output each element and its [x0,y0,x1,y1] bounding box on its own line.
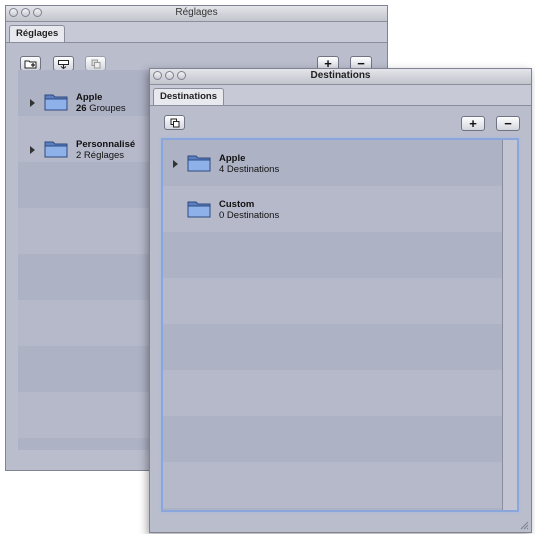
item-detail: 26 Groupes [76,103,126,114]
list-item-label: Personnalisé 2 Réglages [76,139,135,161]
item-detail: 4 Destinations [219,164,280,175]
duplicate-button[interactable] [85,56,106,71]
list-item-label: Apple 4 Destinations [219,153,279,175]
item-detail: 0 Destinations [219,210,280,221]
list-item-label: Apple 26 Groupes [76,92,126,114]
destinations-list[interactable]: Apple 4 Destinations Custom 0 Destinatio… [161,138,519,512]
item-name: Custom [219,199,255,210]
disclosure-triangle-icon[interactable] [30,99,35,107]
list-item-label: Custom 0 Destinations [219,199,279,221]
duplicate-button[interactable] [164,115,185,130]
disclosure-triangle-icon[interactable] [30,146,35,154]
resize-grip-icon[interactable] [519,520,529,530]
reglages-titlebar[interactable]: Réglages [6,6,387,22]
duplicate-icon [170,118,179,127]
upload-icon [58,59,69,69]
folder-icon [44,94,68,111]
list-item-custom[interactable]: Custom 0 Destinations [187,199,279,221]
duplicate-icon [91,59,100,68]
item-name: Apple [76,92,103,103]
tab-destinations[interactable]: Destinations [153,88,225,105]
new-folder-icon [24,60,36,68]
upload-button[interactable] [53,56,74,71]
list-item-apple[interactable]: Apple 26 Groupes [30,92,126,114]
item-detail: 2 Réglages [76,150,125,161]
window-title: Réglages [175,7,218,18]
add-button[interactable]: + [461,116,485,131]
window-title: Destinations [310,70,371,81]
folder-icon [44,141,68,158]
destinations-titlebar[interactable]: Destinations [150,69,531,85]
tab-reglages[interactable]: Réglages [9,25,66,42]
folder-icon [187,201,211,218]
item-name: Apple [219,153,246,164]
folder-icon [187,155,211,172]
item-name: Personnalisé [76,139,136,150]
new-folder-button[interactable] [20,56,41,71]
remove-button[interactable]: − [496,116,520,131]
disclosure-triangle-icon[interactable] [173,160,178,168]
tab-bar: Réglages [6,22,387,43]
tab-bar: Destinations [150,85,531,106]
vertical-scrollbar[interactable] [502,140,517,510]
list-item-personnalise[interactable]: Personnalisé 2 Réglages [30,139,135,161]
list-item-apple[interactable]: Apple 4 Destinations [173,153,279,175]
destinations-window: Destinations Destinations + − Apple 4 De… [149,68,532,533]
